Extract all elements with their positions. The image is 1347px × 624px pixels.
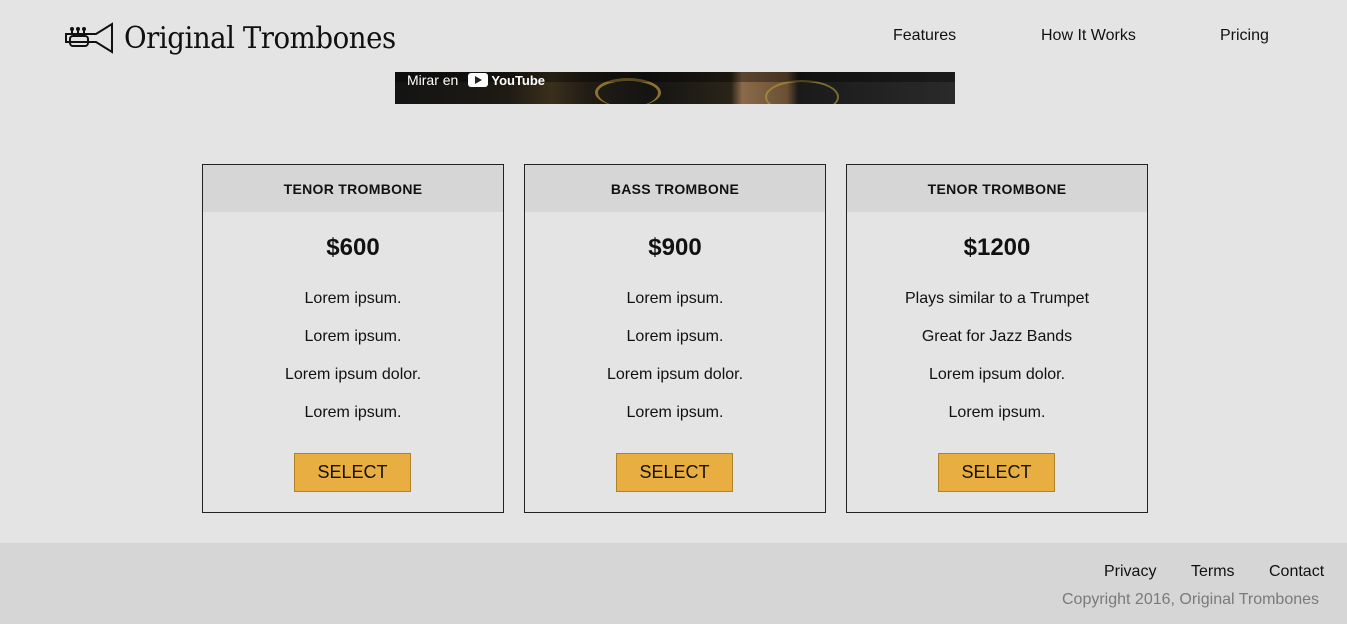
card-title: BASS TROMBONE [525,165,825,212]
select-button[interactable]: SELECT [938,453,1055,492]
card-price: $1200 [963,234,1031,261]
nav-pricing[interactable]: Pricing [1220,27,1269,45]
card-price: $900 [648,234,702,261]
feature-item: Plays similar to a Trumpet [904,290,1090,307]
feature-item: Lorem ipsum. [626,328,724,345]
feature-item: Great for Jazz Bands [921,328,1073,345]
feature-item: Lorem ipsum dolor. [606,366,744,383]
pricing-card: TENOR TROMBONE $1200 Plays similar to a … [846,164,1148,513]
feature-list: Plays similar to a Trumpet Great for Jaz… [847,286,1147,438]
site-header: Original Trombones Features How It Works… [0,0,1347,72]
pricing-card: TENOR TROMBONE $600 Lorem ipsum. Lorem i… [202,164,504,513]
footer-link-contact[interactable]: Contact [1269,563,1324,581]
site-footer: Privacy Terms Contact Copyright 2016, Or… [0,543,1347,624]
video-embed[interactable]: Mirar en YouTube [395,72,955,104]
youtube-logo: YouTube [468,73,545,88]
footer-link-terms[interactable]: Terms [1191,563,1235,581]
main-nav: Features How It Works Pricing [0,27,1347,49]
feature-list: Lorem ipsum. Lorem ipsum. Lorem ipsum do… [525,286,825,438]
watch-label: Mirar en [407,72,459,88]
pricing-card: BASS TROMBONE $900 Lorem ipsum. Lorem ip… [524,164,826,513]
nav-features[interactable]: Features [893,27,956,45]
copyright-text: Copyright 2016, Original Trombones [1062,591,1320,608]
nav-how-it-works[interactable]: How It Works [1041,27,1136,45]
card-title: TENOR TROMBONE [847,165,1147,212]
feature-item: Lorem ipsum. [626,290,724,307]
youtube-play-icon [468,73,489,87]
feature-item: Lorem ipsum dolor. [928,366,1066,383]
feature-item: Lorem ipsum. [626,404,724,421]
feature-item: Lorem ipsum. [304,328,402,345]
footer-links: Privacy Terms Contact [0,563,1347,583]
feature-item: Lorem ipsum. [304,404,402,421]
feature-list: Lorem ipsum. Lorem ipsum. Lorem ipsum do… [203,286,503,438]
feature-item: Lorem ipsum. [948,404,1046,421]
select-button[interactable]: SELECT [294,453,411,492]
youtube-wordmark: YouTube [491,72,546,88]
select-button[interactable]: SELECT [616,453,733,492]
feature-item: Lorem ipsum. [304,290,402,307]
card-price: $600 [326,234,380,261]
watch-on-youtube-link[interactable]: Mirar en YouTube [407,72,545,88]
video-frame-detail [765,80,839,104]
card-title: TENOR TROMBONE [203,165,503,212]
feature-item: Lorem ipsum dolor. [284,366,422,383]
footer-link-privacy[interactable]: Privacy [1104,563,1156,581]
